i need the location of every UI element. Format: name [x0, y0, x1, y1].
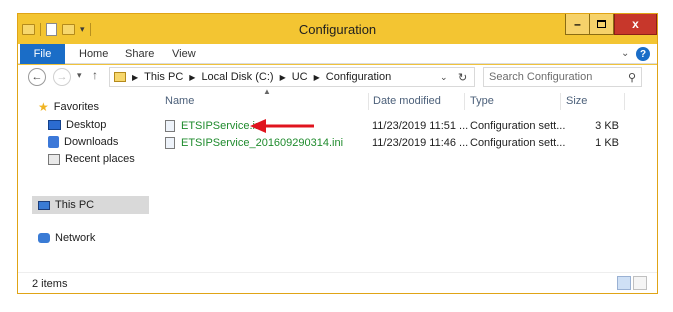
breadcrumb-separator-icon[interactable]: ▶: [280, 73, 286, 82]
file-type: Configuration sett...: [470, 137, 566, 149]
nav-item-downloads[interactable]: Downloads: [48, 134, 118, 150]
breadcrumb-configuration[interactable]: Configuration: [326, 71, 391, 83]
details-view-icon[interactable]: [617, 276, 631, 290]
ini-file-icon: [165, 137, 175, 149]
explorer-window: ▾ Configuration – x File Home Share View…: [17, 13, 658, 294]
nav-item-favorites[interactable]: ★ Favorites: [38, 99, 99, 115]
column-header-name[interactable]: Name: [165, 95, 194, 107]
window-title: Configuration: [298, 22, 377, 37]
search-box[interactable]: Search Configuration ⚲: [483, 67, 642, 87]
back-button[interactable]: ←: [28, 68, 46, 86]
downloads-icon: [48, 136, 59, 148]
nav-item-label: Recent places: [65, 153, 135, 165]
address-history-dropdown-icon[interactable]: ⌄: [440, 72, 448, 83]
back-arrow-icon: ←: [31, 71, 43, 83]
column-divider[interactable]: [560, 93, 561, 110]
nav-item-this-pc[interactable]: This PC: [38, 197, 94, 213]
breadcrumb-separator-icon[interactable]: ▶: [314, 73, 320, 82]
column-divider[interactable]: [368, 93, 369, 110]
network-icon: [38, 233, 50, 243]
help-icon[interactable]: ?: [636, 47, 650, 61]
column-header-type[interactable]: Type: [470, 95, 494, 107]
file-row[interactable]: ETSIPService.ini 11/23/2019 11:51 ... Co…: [165, 118, 635, 134]
breadcrumb: ▶ This PC ▶ Local Disk (C:) ▶ UC ▶ Confi…: [132, 71, 391, 83]
ribbon: File Home Share View ⌄ ?: [18, 44, 657, 64]
file-size: 1 KB: [595, 137, 619, 149]
large-icons-view-icon[interactable]: [633, 276, 647, 290]
minimize-button[interactable]: –: [565, 14, 590, 35]
minimize-icon: –: [574, 17, 581, 31]
nav-item-label: Network: [55, 232, 96, 244]
desktop-icon: [48, 120, 61, 130]
breadcrumb-this-pc[interactable]: This PC: [144, 71, 183, 83]
forward-button[interactable]: →: [53, 68, 71, 86]
column-divider[interactable]: [464, 93, 465, 110]
item-count: 2 items: [32, 278, 68, 290]
breadcrumb-local-disk[interactable]: Local Disk (C:): [201, 71, 273, 83]
folder-icon: [114, 72, 126, 82]
file-type: Configuration sett...: [470, 120, 566, 132]
navigation-pane: ★ Favorites Desktop Downloads Recent pla…: [18, 89, 149, 272]
file-date-modified: 11/23/2019 11:46 ...: [372, 137, 469, 149]
search-input[interactable]: Search Configuration: [489, 71, 592, 83]
expand-ribbon-chevron-icon[interactable]: ⌄: [621, 48, 629, 59]
main-content: ★ Favorites Desktop Downloads Recent pla…: [18, 87, 657, 272]
tab-share[interactable]: Share: [125, 48, 154, 60]
nav-item-label: Downloads: [64, 136, 119, 148]
column-divider[interactable]: [624, 93, 625, 110]
up-arrow-icon[interactable]: ↑: [92, 68, 98, 82]
file-row[interactable]: ETSIPService_201609290314.ini 11/23/2019…: [165, 135, 635, 151]
tab-view[interactable]: View: [172, 48, 196, 60]
recent-locations-dropdown-icon[interactable]: ▾: [77, 70, 82, 81]
status-bar: 2 items: [18, 272, 657, 293]
file-size: 3 KB: [595, 120, 619, 132]
star-icon: ★: [38, 100, 49, 114]
column-header-date-modified[interactable]: Date modified: [373, 95, 441, 107]
file-name[interactable]: ETSIPService_201609290314.ini: [181, 137, 343, 149]
computer-icon: [38, 200, 50, 210]
maximize-button[interactable]: [590, 14, 614, 35]
maximize-icon: [597, 20, 606, 28]
nav-item-desktop[interactable]: Desktop: [48, 117, 106, 133]
refresh-icon[interactable]: ↻: [458, 71, 467, 84]
title-bar[interactable]: ▾ Configuration – x: [18, 14, 657, 44]
breadcrumb-separator-icon[interactable]: ▶: [132, 73, 138, 82]
sort-ascending-icon: ▲: [263, 87, 271, 96]
navigation-bar: ← → ▾ ↑ ▶ This PC ▶ Local Disk (C:) ▶ UC…: [18, 65, 657, 89]
nav-item-label: Favorites: [53, 101, 100, 113]
breadcrumb-uc[interactable]: UC: [292, 71, 308, 83]
nav-item-recent-places[interactable]: Recent places: [48, 151, 135, 167]
forward-arrow-icon: →: [56, 71, 68, 83]
recent-places-icon: [48, 153, 60, 165]
file-list: ▲ Name Date modified Type Size ETSIPServ…: [149, 87, 657, 272]
tab-home[interactable]: Home: [79, 48, 108, 60]
search-icon[interactable]: ⚲: [628, 71, 636, 84]
nav-item-network[interactable]: Network: [38, 230, 95, 246]
nav-item-label: Desktop: [66, 119, 107, 131]
annotation-arrow-icon: [250, 119, 314, 133]
close-icon: x: [632, 17, 639, 31]
breadcrumb-separator-icon[interactable]: ▶: [189, 73, 195, 82]
address-bar[interactable]: ▶ This PC ▶ Local Disk (C:) ▶ UC ▶ Confi…: [109, 67, 475, 87]
close-button[interactable]: x: [614, 14, 657, 35]
tab-file[interactable]: File: [20, 44, 65, 64]
nav-item-label: This PC: [55, 199, 95, 211]
column-header-size[interactable]: Size: [566, 95, 587, 107]
file-date-modified: 11/23/2019 11:51 ...: [372, 120, 469, 132]
ini-file-icon: [165, 120, 175, 132]
